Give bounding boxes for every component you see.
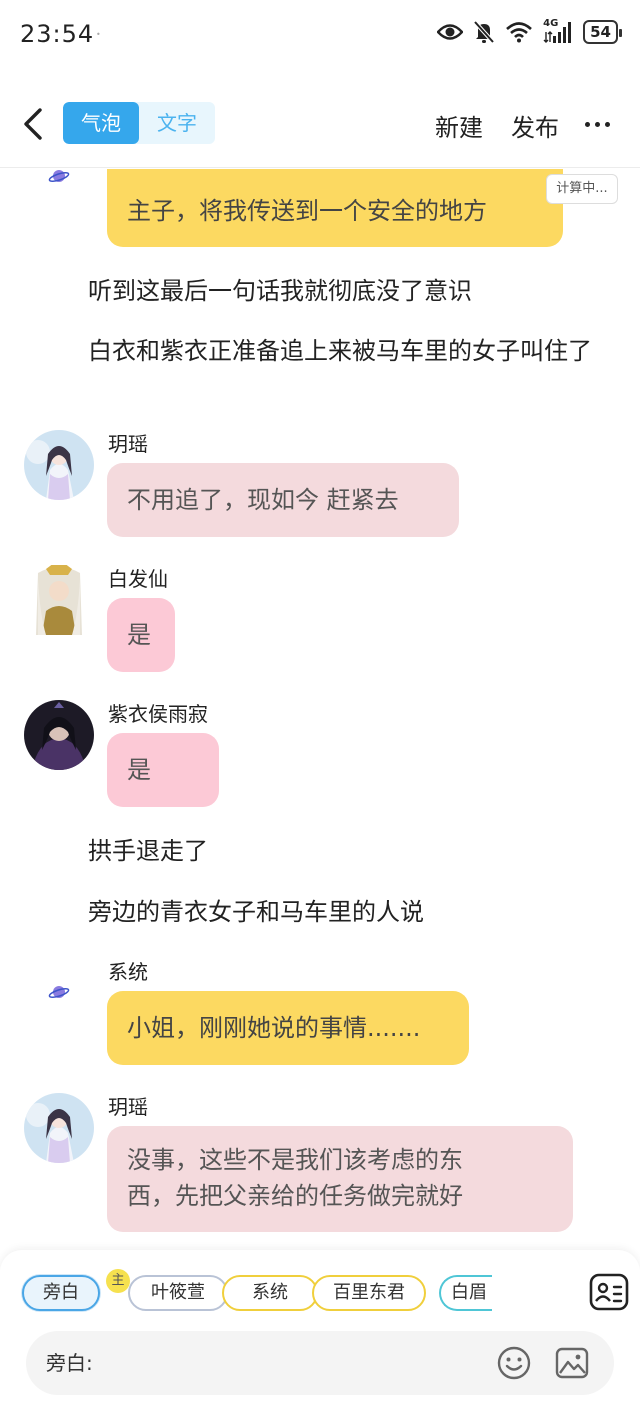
planet-icon (48, 986, 70, 998)
avatar[interactable] (24, 700, 94, 770)
image-button[interactable] (554, 1345, 590, 1381)
message-text: 小姐，刚刚她说的事情....... (127, 1014, 421, 1042)
back-button[interactable] (18, 104, 50, 144)
status-badge: 计算中... (546, 174, 618, 204)
signal-icon: 4G (543, 18, 573, 44)
chat-area[interactable]: 主子，将我传送到一个安全的地方 计算中... 听到这最后一句话我就彻底没了意识 … (0, 169, 640, 1249)
role-chip-baili-dongjun[interactable]: 百里东君 (312, 1275, 426, 1311)
tab-text[interactable]: 文字 (139, 102, 215, 144)
more-dot (595, 122, 600, 127)
battery-icon: 54 (583, 20, 622, 44)
planet-icon (48, 170, 70, 182)
role-manager-button[interactable] (588, 1272, 630, 1312)
more-options-button[interactable] (585, 122, 610, 127)
eye-icon (437, 24, 464, 40)
image-icon (555, 1347, 589, 1379)
message-bubble[interactable]: 小姐，刚刚她说的事情....... (107, 991, 469, 1065)
chevron-left-icon (24, 108, 42, 140)
narration-text[interactable]: 听到这最后一句话我就彻底没了意识 (88, 275, 472, 307)
message-bubble[interactable]: 是 (107, 598, 175, 672)
role-chip-ye-xiaoxuan[interactable]: 叶筱萱 (128, 1275, 228, 1311)
message-text: 主子，将我传送到一个安全的地方 (127, 197, 487, 225)
sender-name: 玥瑶 (108, 432, 148, 456)
role-chip-baimei[interactable]: 白眉 (439, 1275, 492, 1311)
emoji-icon (497, 1346, 531, 1380)
role-chip-narrator[interactable]: 旁白 (22, 1275, 100, 1311)
host-badge: 主 (106, 1269, 130, 1293)
role-chip-system[interactable]: 系统 (222, 1275, 318, 1311)
narration-text[interactable]: 旁边的青衣女子和马车里的人说 (88, 896, 424, 928)
role-selector: 旁白 叶筱萱 系统 百里东君 白眉 (20, 1272, 492, 1316)
more-dots-icon (585, 122, 590, 127)
contact-card-icon (589, 1273, 629, 1311)
new-button[interactable]: 新建 (435, 108, 483, 143)
message-bubble[interactable]: 主子，将我传送到一个安全的地方 (107, 169, 563, 247)
message-text-line: 没事，这些不是我们该考虑的东 (127, 1146, 463, 1174)
status-icons: 4G 54 (437, 18, 622, 44)
editor-header: 气泡 文字 新建 发布 (0, 80, 640, 168)
narration-text[interactable]: 白衣和紫衣正准备追上来被马车里的女子叫住了 (24, 335, 624, 367)
sender-name: 紫衣侯雨寂 (108, 702, 208, 726)
notification-dot-icon: • (96, 30, 101, 39)
message-input-box (26, 1331, 614, 1395)
more-dot (605, 122, 610, 127)
message-input[interactable] (46, 1343, 486, 1383)
mode-toggle: 气泡 文字 (63, 102, 215, 144)
message-text: 是 (127, 756, 151, 784)
message-bubble[interactable]: 没事，这些不是我们该考虑的东 西，先把父亲给的任务做完就好 (107, 1126, 573, 1232)
status-bar: 23:54 • 4G 54 (0, 0, 640, 70)
message-text: 是 (127, 621, 151, 649)
narration-text[interactable]: 拱手退走了 (88, 835, 208, 867)
message-bubble[interactable]: 是 (107, 733, 219, 807)
mute-bell-icon (473, 20, 495, 44)
status-time: 23:54 (20, 20, 95, 48)
message-text: 不用追了，现如今 赶紧去 (127, 486, 399, 514)
sender-name: 白发仙 (108, 567, 168, 591)
publish-button[interactable]: 发布 (511, 108, 559, 143)
emoji-button[interactable] (496, 1345, 532, 1381)
avatar[interactable] (24, 1093, 94, 1163)
wifi-icon (506, 22, 533, 43)
tab-bubble[interactable]: 气泡 (63, 102, 139, 144)
avatar[interactable] (24, 565, 94, 635)
message-text-line: 西，先把父亲给的任务做完就好 (127, 1182, 463, 1210)
message-bubble[interactable]: 不用追了，现如今 赶紧去 (107, 463, 459, 537)
sender-name: 系统 (108, 960, 148, 984)
avatar[interactable] (24, 430, 94, 500)
sender-name: 玥瑶 (108, 1095, 148, 1119)
